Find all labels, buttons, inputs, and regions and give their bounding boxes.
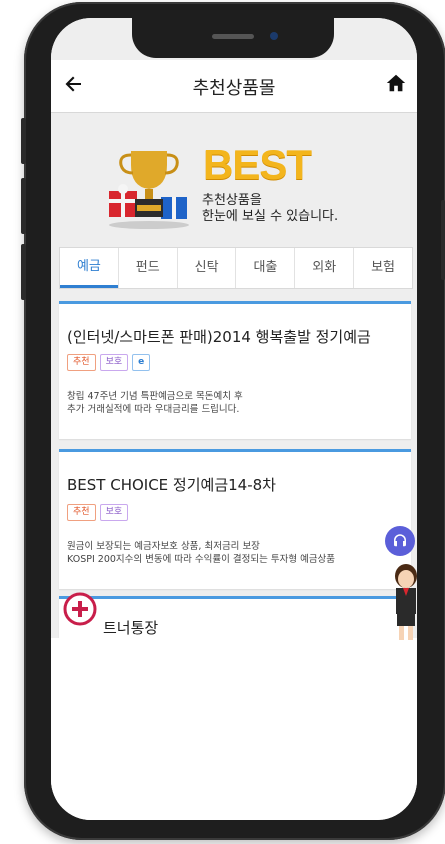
app-content: 추천상품몰 BEST 추천상품을 한눈에 보실 수 있습니다. 예금 펀드 신탁…	[51, 18, 417, 656]
product-description: 창립 47주년 기념 특판예금으로 목돈예치 후 추가 거래실적에 따라 우대금…	[67, 390, 243, 416]
tab-loan[interactable]: 대출	[235, 248, 294, 288]
product-description-line1: 창립 47주년 기념 특판예금으로 목돈예치 후	[67, 391, 243, 402]
notch	[132, 18, 334, 58]
best-label: BEST	[203, 141, 312, 188]
tab-fund[interactable]: 펀드	[117, 248, 177, 288]
recommend-badge: 추천	[67, 354, 96, 371]
tab-insurance[interactable]: 보험	[353, 248, 412, 288]
trophy-gift-icon	[109, 151, 189, 229]
protection-badge: 보호	[99, 354, 129, 371]
product-description-line2: KOSPI 200지수의 변동에 따라 수익률이 결정되는 투자형 예금상품	[67, 554, 336, 565]
product-title: 트너통장	[103, 619, 159, 637]
product-title: (인터넷/스마트폰 판매)2014 행복출발 정기예금	[67, 328, 371, 346]
tab-foreign-exchange[interactable]: 외화	[294, 248, 353, 288]
product-description-line2: 추가 거래실적에 따라 우대금리를 드립니다.	[67, 404, 240, 415]
product-description: 원금이 보장되는 예금자보호 상품, 최저금리 보장 KOSPI 200지수의 …	[67, 540, 335, 566]
product-badges: 추천 보호	[67, 504, 129, 521]
banner-subtitle-line1: 추천상품을	[202, 193, 262, 208]
product-card[interactable]: BEST CHOICE 정기예금14-8차 추천 보호 원금이 보장되는 예금자…	[59, 449, 411, 589]
phone-screen: 추천상품몰 BEST 추천상품을 한눈에 보실 수 있습니다. 예금 펀드 신탁…	[51, 18, 417, 820]
speaker-grille	[212, 34, 254, 39]
mute-switch	[21, 118, 26, 164]
category-tabs: 예금 펀드 신탁 대출 외화 보험	[59, 247, 413, 289]
page-title: 추천상품몰	[192, 78, 276, 99]
recommend-badge: 추천	[67, 504, 96, 521]
banner-subtitle: 추천상품을 한눈에 보실 수 있습니다.	[202, 193, 338, 225]
tab-deposit[interactable]: 예금	[60, 248, 118, 288]
empty-area	[51, 638, 417, 820]
banner-subtitle-line2: 한눈에 보실 수 있습니다.	[202, 209, 339, 224]
product-description-line1: 원금이 보장되는 예금자보호 상품, 최저금리 보장	[67, 541, 260, 552]
tab-trust[interactable]: 신탁	[176, 248, 236, 288]
online-badge: e	[132, 354, 151, 371]
protection-badge: 보호	[99, 504, 129, 521]
app-header: 추천상품몰	[51, 60, 417, 113]
volume-up-button	[21, 178, 26, 234]
product-badges: 추천 보호 e	[67, 354, 151, 371]
product-title: BEST CHOICE 정기예금14-8차	[67, 476, 276, 494]
headset-icon	[394, 534, 406, 547]
front-camera	[270, 32, 278, 40]
headset-button[interactable]	[385, 526, 415, 556]
home-icon[interactable]	[385, 72, 407, 94]
mascot-icon[interactable]	[391, 562, 417, 642]
best-banner: BEST 추천상품을 한눈에 보실 수 있습니다.	[51, 113, 417, 237]
power-button	[441, 200, 445, 280]
plus-icon[interactable]	[63, 592, 97, 626]
product-card[interactable]: (인터넷/스마트폰 판매)2014 행복출발 정기예금 추천 보호 e 창립 4…	[59, 301, 411, 439]
volume-down-button	[21, 244, 26, 300]
